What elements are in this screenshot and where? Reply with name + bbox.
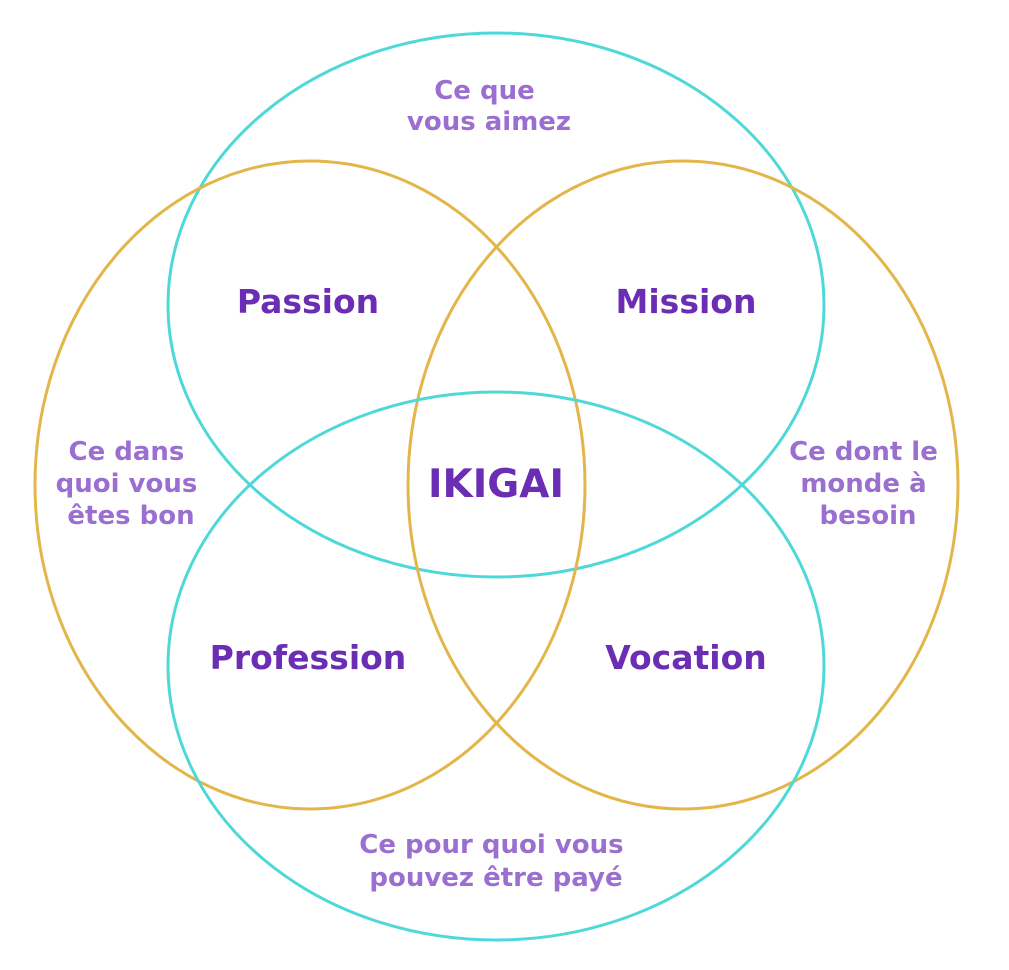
label-left-circle: Ce dans quoi vous êtes bon — [56, 437, 207, 531]
label-bottom-line-2: pouvez être payé — [369, 863, 622, 893]
label-left-line-1: Ce dans — [69, 437, 185, 467]
label-profession: Profession — [210, 638, 407, 677]
label-ikigai-center: IKIGAI — [428, 462, 564, 507]
label-top-line-1: Ce que — [434, 76, 535, 106]
label-left-line-3: êtes bon — [67, 501, 194, 531]
label-bottom-circle: Ce pour quoi vous pouvez être payé — [359, 830, 632, 893]
label-right-circle: Ce dont le monde à besoin — [789, 437, 947, 531]
label-right-line-1: Ce dont le — [789, 437, 938, 467]
label-passion: Passion — [237, 282, 379, 321]
label-top-circle: Ce que vous aimez — [407, 76, 571, 137]
label-left-line-2: quoi vous — [56, 469, 198, 499]
label-bottom-line-1: Ce pour quoi vous — [359, 830, 623, 860]
label-right-line-3: besoin — [819, 501, 916, 531]
label-top-line-2: vous aimez — [407, 107, 571, 137]
ikigai-venn-diagram: Ce que vous aimez Ce dans quoi vous êtes… — [33, 31, 960, 942]
label-mission: Mission — [616, 282, 757, 321]
label-right-line-2: monde à — [800, 469, 926, 499]
label-vocation: Vocation — [605, 638, 767, 677]
